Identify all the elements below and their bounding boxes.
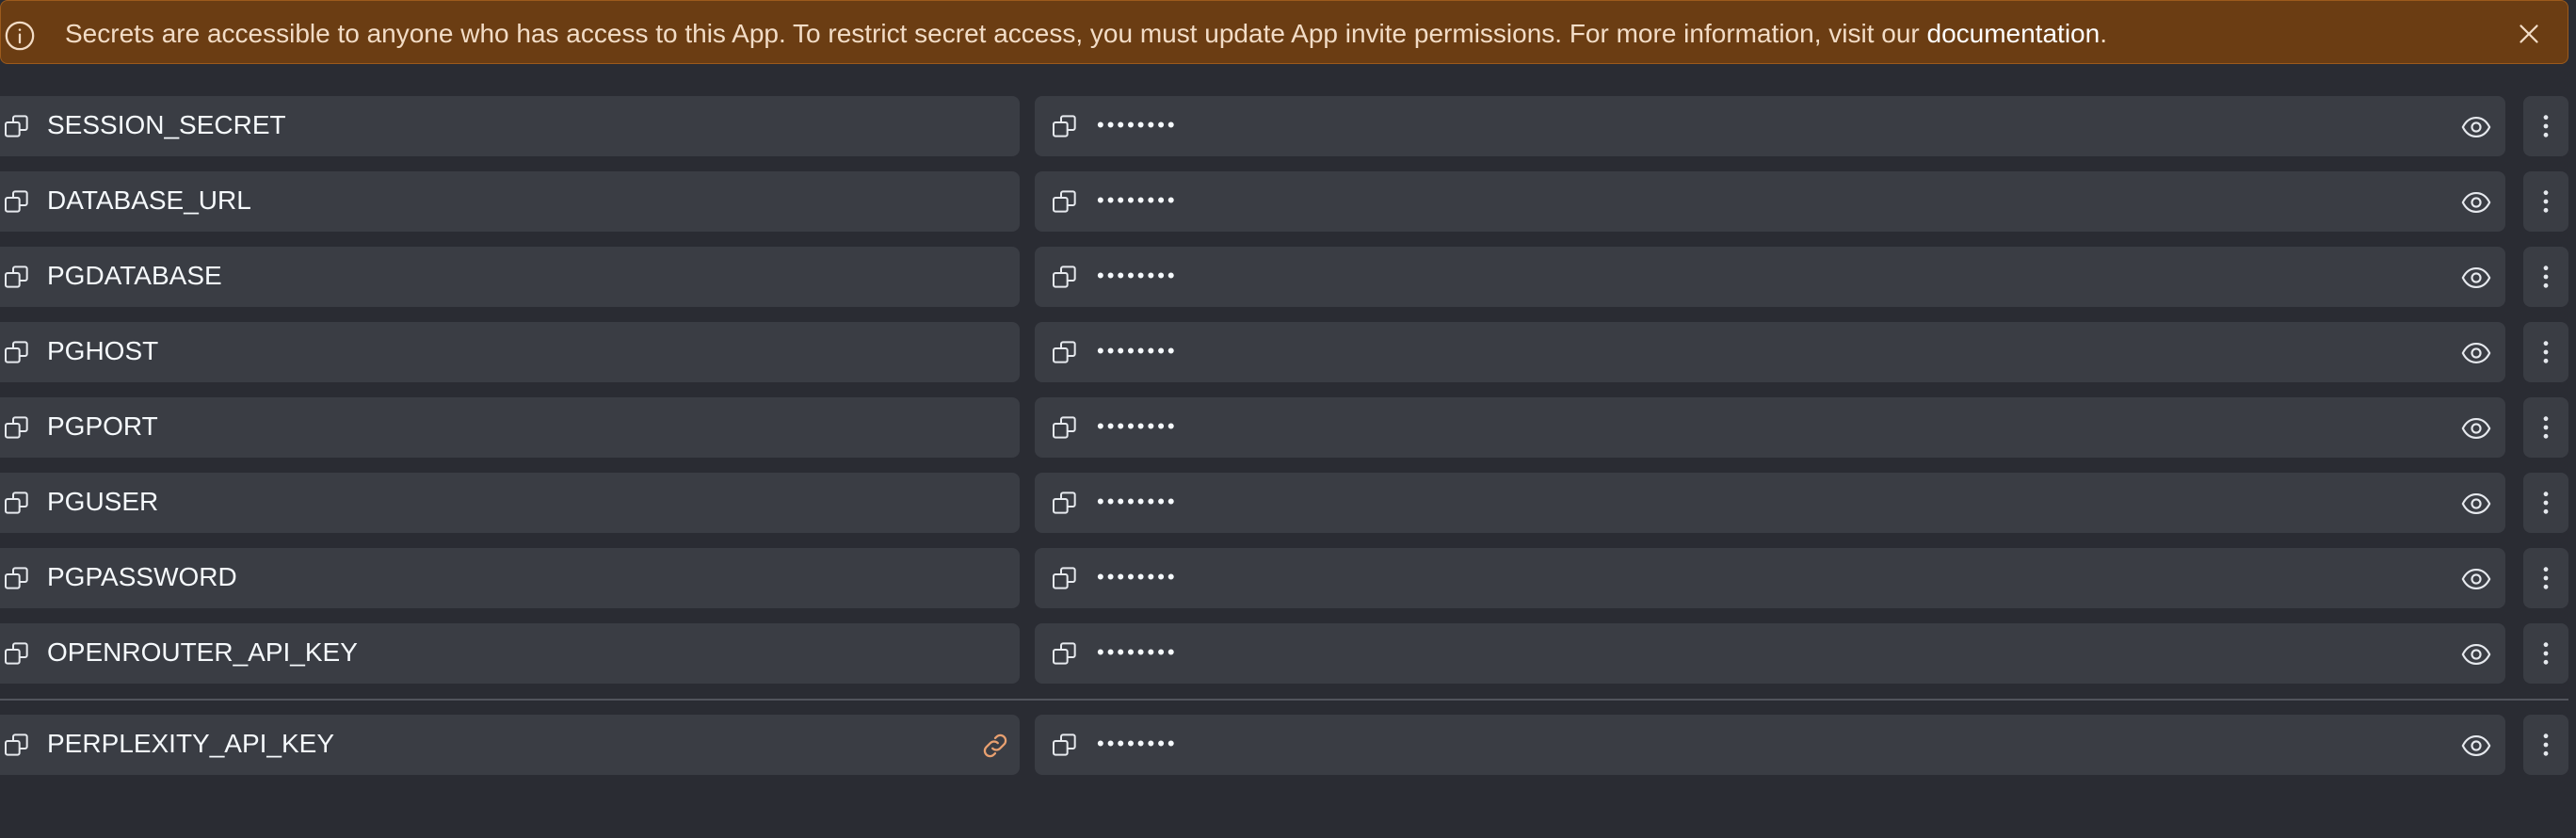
secret-value-masked: ••••••••	[1097, 732, 1178, 755]
secret-value-field[interactable]: ••••••••	[1035, 473, 2505, 533]
copy-icon[interactable]	[1050, 186, 1080, 217]
eye-icon[interactable]	[2460, 412, 2492, 444]
more-options-button[interactable]	[2523, 623, 2568, 684]
copy-icon[interactable]	[1050, 111, 1080, 141]
secret-value-masked: ••••••••	[1097, 565, 1178, 588]
link-icon[interactable]	[979, 730, 1011, 762]
banner-message-end: .	[2100, 19, 2107, 48]
copy-icon[interactable]	[1050, 488, 1080, 518]
eye-icon[interactable]	[2460, 111, 2492, 143]
more-options-button[interactable]	[2523, 715, 2568, 775]
banner-message-text: Secrets are accessible to anyone who has…	[65, 19, 1927, 48]
more-options-button[interactable]	[2523, 96, 2568, 156]
secret-key-field[interactable]: OPENROUTER_API_KEY	[0, 623, 1020, 684]
secret-value-masked: ••••••••	[1097, 339, 1178, 363]
secret-key-label: PGPASSWORD	[47, 562, 237, 591]
copy-icon[interactable]	[2, 262, 32, 292]
secret-key-field[interactable]: PERPLEXITY_API_KEY	[0, 715, 1020, 775]
eye-icon[interactable]	[2460, 488, 2492, 520]
eye-icon[interactable]	[2460, 186, 2492, 218]
secret-value-field[interactable]: ••••••••	[1035, 548, 2505, 608]
more-vertical-icon	[2543, 567, 2549, 589]
eye-icon[interactable]	[2460, 262, 2492, 294]
more-vertical-icon	[2543, 266, 2549, 288]
copy-icon[interactable]	[2, 412, 32, 443]
secret-value-masked: ••••••••	[1097, 640, 1178, 664]
warning-banner: Secrets are accessible to anyone who has…	[0, 0, 2568, 64]
secret-value-field[interactable]: ••••••••	[1035, 623, 2505, 684]
more-vertical-icon	[2543, 115, 2549, 137]
secret-key-field[interactable]: PGUSER	[0, 473, 1020, 533]
more-options-button[interactable]	[2523, 171, 2568, 232]
more-options-button[interactable]	[2523, 473, 2568, 533]
more-vertical-icon	[2543, 190, 2549, 213]
more-options-button[interactable]	[2523, 322, 2568, 382]
secret-row: PGUSER ••••••••	[0, 473, 2576, 533]
more-options-button[interactable]	[2523, 548, 2568, 608]
copy-icon[interactable]	[2, 563, 32, 593]
copy-icon[interactable]	[1050, 337, 1080, 367]
secret-value-masked: ••••••••	[1097, 188, 1178, 212]
copy-icon[interactable]	[2, 730, 32, 760]
secret-row: PERPLEXITY_API_KEY ••••••••	[0, 715, 2576, 775]
secret-value-masked: ••••••••	[1097, 414, 1178, 438]
secret-key-field[interactable]: PGPORT	[0, 397, 1020, 458]
eye-icon[interactable]	[2460, 563, 2492, 595]
close-icon[interactable]	[2513, 18, 2545, 50]
copy-icon[interactable]	[1050, 262, 1080, 292]
copy-icon[interactable]	[2, 488, 32, 518]
secret-value-field[interactable]: ••••••••	[1035, 322, 2505, 382]
copy-icon[interactable]	[1050, 412, 1080, 443]
copy-icon[interactable]	[2, 638, 32, 669]
divider	[0, 699, 2568, 701]
more-options-button[interactable]	[2523, 397, 2568, 458]
copy-icon[interactable]	[2, 186, 32, 217]
more-vertical-icon	[2543, 492, 2549, 514]
banner-message: Secrets are accessible to anyone who has…	[65, 18, 2107, 50]
secret-row: PGPORT ••••••••	[0, 397, 2576, 458]
secret-key-label: PERPLEXITY_API_KEY	[47, 729, 335, 758]
secret-row: PGPASSWORD ••••••••	[0, 548, 2576, 608]
secret-key-field[interactable]: SESSION_SECRET	[0, 96, 1020, 156]
secret-key-label: PGPORT	[47, 411, 158, 441]
eye-icon[interactable]	[2460, 337, 2492, 369]
copy-icon[interactable]	[1050, 730, 1080, 760]
secret-key-field[interactable]: DATABASE_URL	[0, 171, 1020, 232]
secret-key-field[interactable]: PGHOST	[0, 322, 1020, 382]
secret-value-field[interactable]: ••••••••	[1035, 96, 2505, 156]
secret-key-label: PGUSER	[47, 487, 159, 516]
more-vertical-icon	[2543, 416, 2549, 439]
eye-icon[interactable]	[2460, 638, 2492, 670]
secret-row: DATABASE_URL ••••••••	[0, 171, 2576, 232]
documentation-link[interactable]: documentation	[1927, 19, 2101, 48]
info-icon	[5, 21, 35, 51]
secret-key-label: SESSION_SECRET	[47, 110, 286, 139]
secret-value-field[interactable]: ••••••••	[1035, 171, 2505, 232]
secret-value-masked: ••••••••	[1097, 490, 1178, 513]
secret-key-label: DATABASE_URL	[47, 185, 251, 215]
secret-value-field[interactable]: ••••••••	[1035, 247, 2505, 307]
secret-key-label: PGHOST	[47, 336, 159, 365]
more-options-button[interactable]	[2523, 247, 2568, 307]
more-vertical-icon	[2543, 341, 2549, 363]
more-vertical-icon	[2543, 642, 2549, 665]
secret-key-label: PGDATABASE	[47, 261, 222, 290]
secret-value-field[interactable]: ••••••••	[1035, 715, 2505, 775]
secret-row: SESSION_SECRET ••••••••	[0, 96, 2576, 156]
secret-value-masked: ••••••••	[1097, 264, 1178, 287]
secret-row: PGHOST ••••••••	[0, 322, 2576, 382]
copy-icon[interactable]	[2, 337, 32, 367]
secret-key-field[interactable]: PGPASSWORD	[0, 548, 1020, 608]
secret-row: PGDATABASE ••••••••	[0, 247, 2576, 307]
secret-row: OPENROUTER_API_KEY ••••••••	[0, 623, 2576, 684]
copy-icon[interactable]	[1050, 638, 1080, 669]
copy-icon[interactable]	[2, 111, 32, 141]
secret-key-field[interactable]: PGDATABASE	[0, 247, 1020, 307]
secret-value-field[interactable]: ••••••••	[1035, 397, 2505, 458]
secret-value-masked: ••••••••	[1097, 113, 1178, 137]
more-vertical-icon	[2543, 733, 2549, 756]
eye-icon[interactable]	[2460, 730, 2492, 762]
copy-icon[interactable]	[1050, 563, 1080, 593]
secret-key-label: OPENROUTER_API_KEY	[47, 637, 358, 667]
